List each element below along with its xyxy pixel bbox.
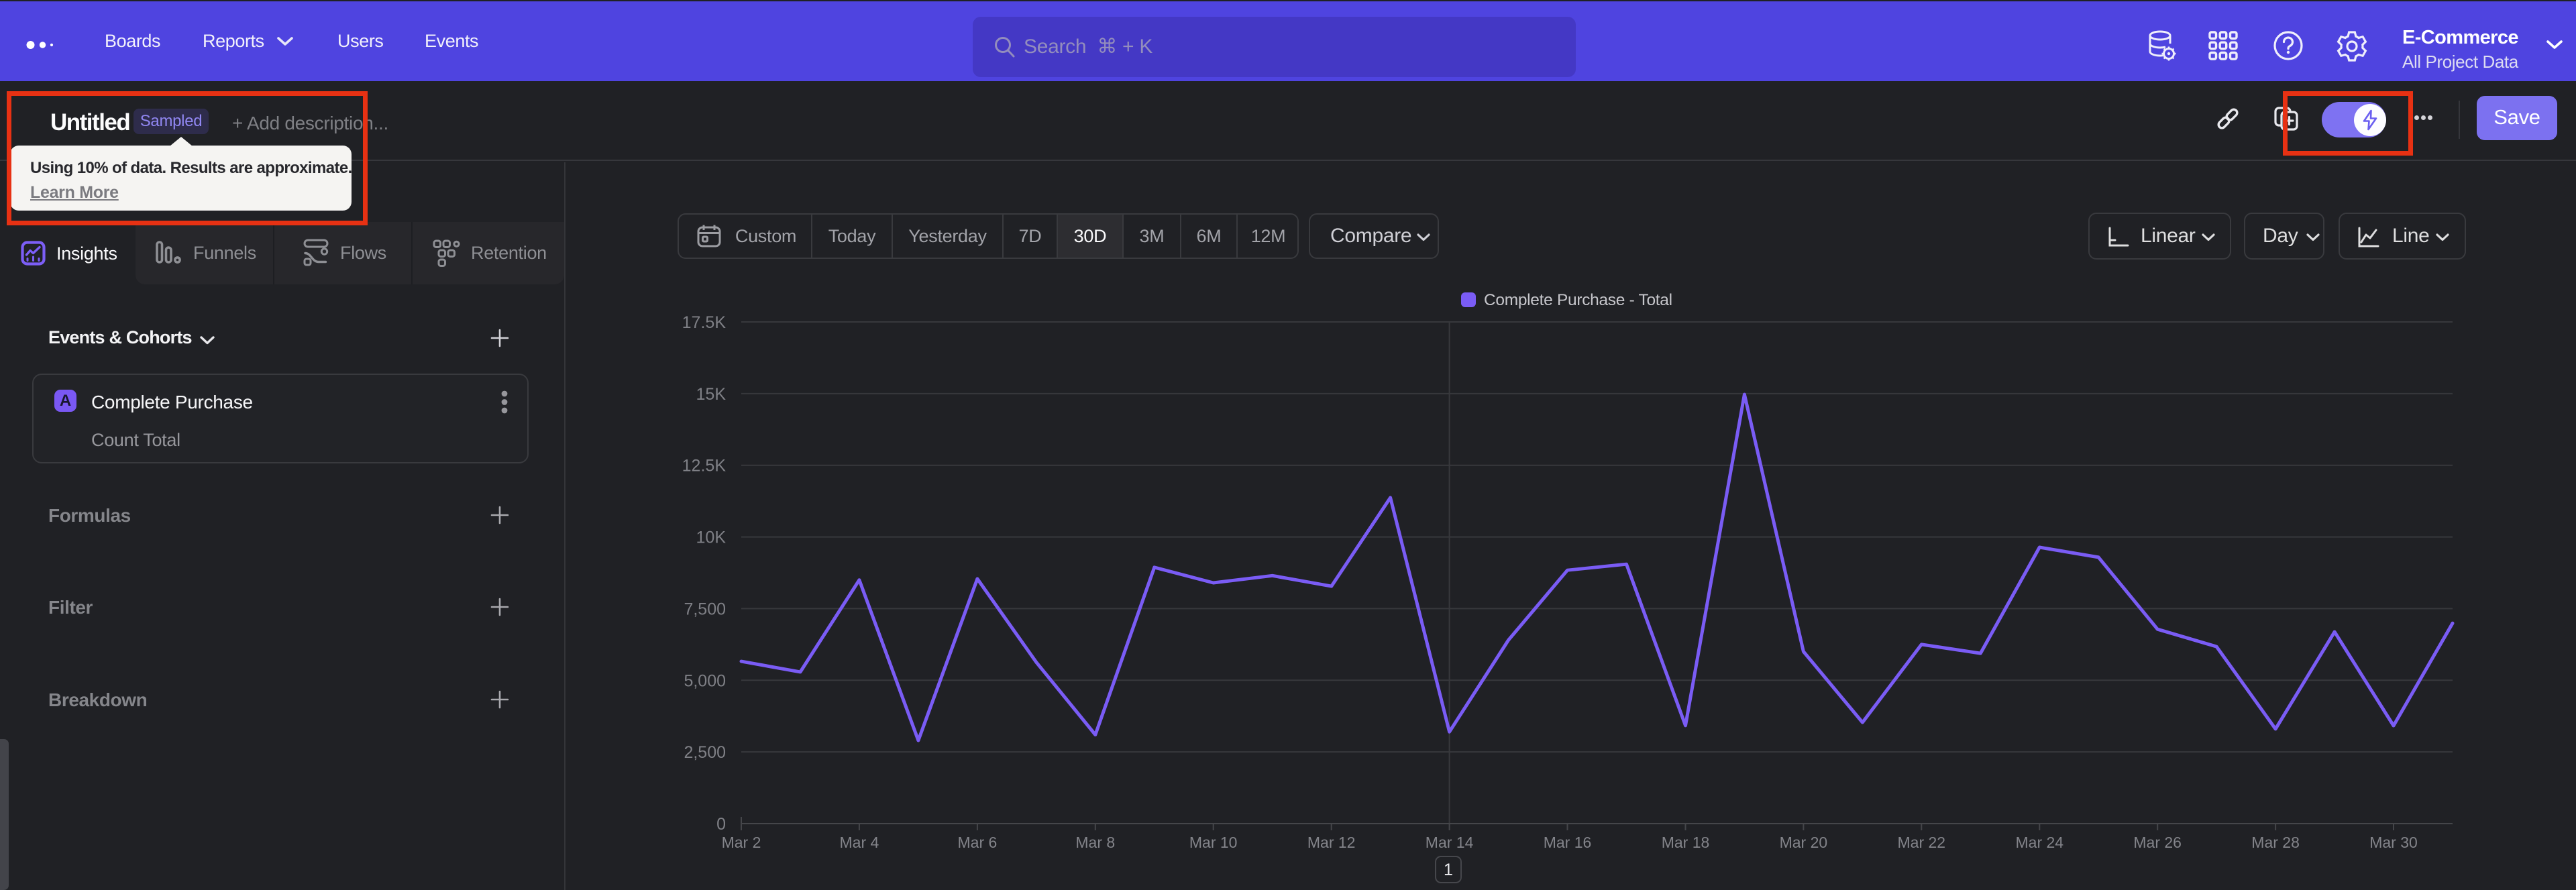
svg-text:Mar 18: Mar 18: [1662, 834, 1710, 851]
svg-text:Mar 22: Mar 22: [1898, 834, 1946, 851]
svg-text:Mar 20: Mar 20: [1780, 834, 1828, 851]
svg-text:Mar 10: Mar 10: [1189, 834, 1238, 851]
svg-text:15K: 15K: [696, 385, 727, 404]
svg-text:Mar 2: Mar 2: [722, 834, 761, 851]
svg-text:17.5K: 17.5K: [682, 313, 727, 332]
svg-text:Mar 30: Mar 30: [2369, 834, 2418, 851]
svg-text:Mar 8: Mar 8: [1075, 834, 1115, 851]
svg-text:Mar 12: Mar 12: [1307, 834, 1356, 851]
svg-text:5,000: 5,000: [684, 671, 726, 690]
svg-text:Mar 26: Mar 26: [2133, 834, 2182, 851]
svg-text:Mar 6: Mar 6: [958, 834, 998, 851]
svg-text:Mar 4: Mar 4: [840, 834, 879, 851]
svg-text:Mar 16: Mar 16: [1544, 834, 1592, 851]
svg-text:0: 0: [716, 815, 726, 834]
svg-text:2,500: 2,500: [684, 743, 726, 762]
svg-text:12.5K: 12.5K: [682, 457, 727, 476]
svg-text:Mar 28: Mar 28: [2251, 834, 2300, 851]
svg-text:10K: 10K: [696, 529, 727, 547]
svg-text:Mar 14: Mar 14: [1426, 834, 1474, 851]
svg-text:7,500: 7,500: [684, 600, 726, 618]
svg-text:Mar 24: Mar 24: [2016, 834, 2064, 851]
